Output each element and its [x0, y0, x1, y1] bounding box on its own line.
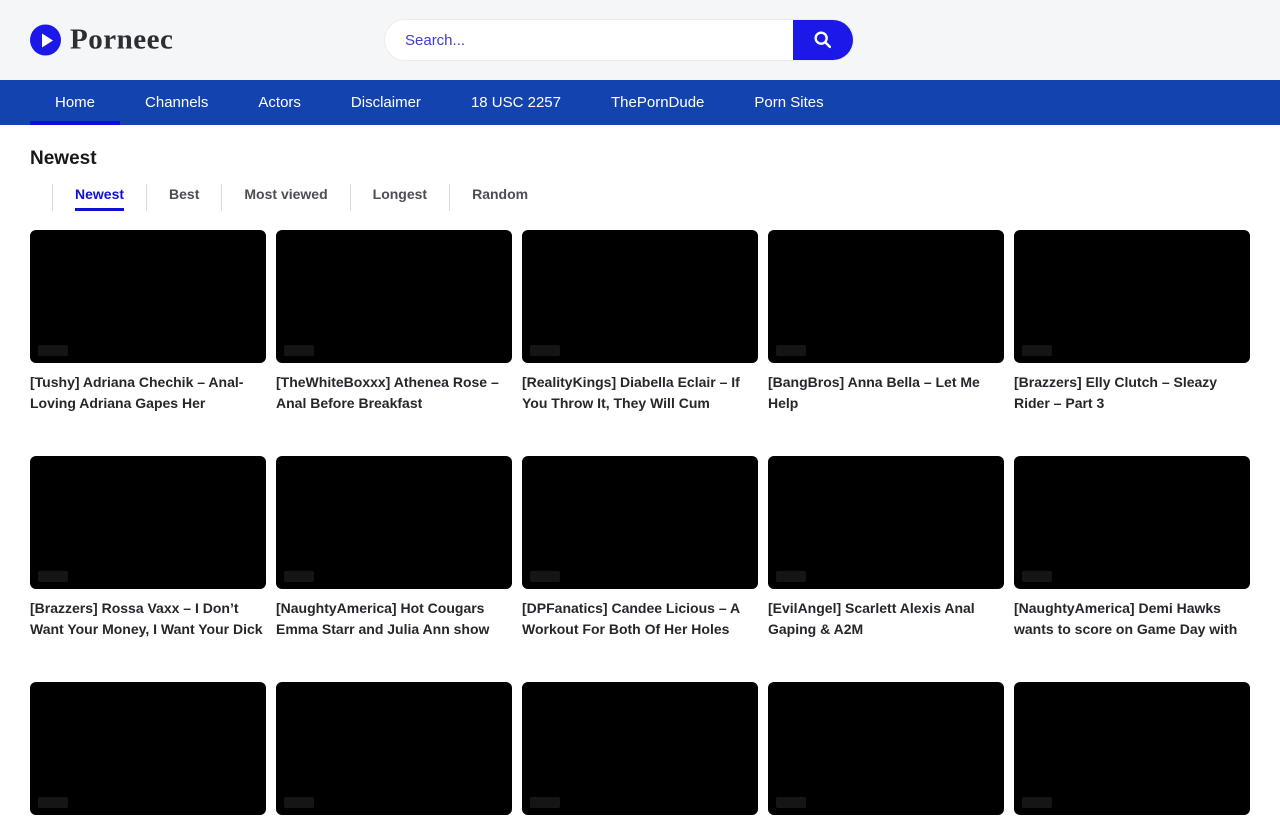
video-card[interactable]: [EvilAngel] Scarlett Alexis Anal Gaping …	[768, 456, 1004, 640]
video-thumbnail[interactable]	[276, 682, 512, 815]
nav-item-label: Porn Sites	[754, 94, 823, 111]
duration-badge	[284, 571, 314, 582]
duration-badge	[530, 345, 560, 356]
nav-item[interactable]: Home	[30, 80, 120, 125]
nav-item-label: 18 USC 2257	[471, 94, 561, 111]
video-card[interactable]	[768, 682, 1004, 824]
video-thumbnail[interactable]	[1014, 682, 1250, 815]
logo-text: Porneec	[70, 24, 173, 57]
duration-badge	[530, 571, 560, 582]
duration-badge	[776, 571, 806, 582]
video-title[interactable]: [Brazzers] Rossa Vaxx – I Don’t Want You…	[30, 598, 266, 640]
video-thumbnail[interactable]	[276, 230, 512, 363]
video-card[interactable]: [NaughtyAmerica] Demi Hawks wants to sco…	[1014, 456, 1250, 640]
video-thumbnail[interactable]	[522, 230, 758, 363]
nav-item[interactable]: Disclaimer	[326, 80, 446, 125]
site-logo[interactable]: Porneec	[30, 24, 173, 57]
video-card[interactable]: [TheWhiteBoxxx] Athenea Rose – Anal Befo…	[276, 230, 512, 414]
video-title[interactable]: [NaughtyAmerica] Demi Hawks wants to sco…	[1014, 598, 1250, 640]
nav-item[interactable]: ThePornDude	[586, 80, 729, 125]
video-title[interactable]: [Brazzers] Elly Clutch – Sleazy Rider – …	[1014, 372, 1250, 414]
duration-badge	[776, 345, 806, 356]
nav-item-label: ThePornDude	[611, 94, 704, 111]
duration-badge	[38, 571, 68, 582]
search-button[interactable]	[793, 20, 853, 60]
duration-badge	[530, 797, 560, 808]
video-thumbnail[interactable]	[1014, 230, 1250, 363]
video-title[interactable]: [RealityKings] Diabella Eclair – If You …	[522, 372, 758, 414]
video-card[interactable]: [BangBros] Anna Bella – Let Me Help	[768, 230, 1004, 414]
video-thumbnail[interactable]	[768, 456, 1004, 589]
video-card[interactable]	[30, 682, 266, 824]
sort-tab-label: Random	[472, 186, 528, 211]
sort-tab-label: Most viewed	[244, 186, 327, 211]
nav-item-label: Home	[55, 94, 95, 111]
video-card[interactable]: [DPFanatics] Candee Licious – A Workout …	[522, 456, 758, 640]
video-title[interactable]: [Tushy] Adriana Chechik – Anal-Loving Ad…	[30, 372, 266, 414]
video-thumbnail[interactable]	[30, 456, 266, 589]
video-thumbnail[interactable]	[276, 456, 512, 589]
video-card[interactable]: [NaughtyAmerica] Hot Cougars Emma Starr …	[276, 456, 512, 640]
duration-badge	[284, 797, 314, 808]
page-title: Newest	[30, 148, 1250, 170]
nav-item-label: Channels	[145, 94, 208, 111]
video-title[interactable]: [EvilAngel] Scarlett Alexis Anal Gaping …	[768, 598, 1004, 640]
duration-badge	[1022, 345, 1052, 356]
duration-badge	[284, 345, 314, 356]
nav-item[interactable]: Channels	[120, 80, 233, 125]
search-icon	[812, 29, 834, 51]
video-thumbnail[interactable]	[522, 456, 758, 589]
video-card[interactable]	[1014, 682, 1250, 824]
video-card[interactable]	[522, 682, 758, 824]
video-thumbnail[interactable]	[768, 230, 1004, 363]
site-header: Porneec	[0, 0, 1280, 80]
sort-tab[interactable]: Best	[124, 184, 199, 211]
search-input[interactable]	[385, 20, 793, 60]
nav-item-label: Actors	[258, 94, 301, 111]
nav-item-label: Disclaimer	[351, 94, 421, 111]
sort-tab[interactable]: Random	[427, 184, 528, 211]
video-title[interactable]: [TheWhiteBoxxx] Athenea Rose – Anal Befo…	[276, 372, 512, 414]
nav-item[interactable]: Porn Sites	[729, 80, 848, 125]
main-nav: Home Channels Actors Disclaimer 18 USC 2…	[0, 80, 1280, 125]
sort-tab[interactable]: Newest	[30, 184, 124, 211]
duration-badge	[38, 345, 68, 356]
video-grid: [Tushy] Adriana Chechik – Anal-Loving Ad…	[30, 230, 1250, 824]
video-card[interactable]: [Brazzers] Elly Clutch – Sleazy Rider – …	[1014, 230, 1250, 414]
duration-badge	[1022, 571, 1052, 582]
video-thumbnail[interactable]	[768, 682, 1004, 815]
video-thumbnail[interactable]	[1014, 456, 1250, 589]
nav-item[interactable]: 18 USC 2257	[446, 80, 586, 125]
sort-tabs: Newest Best Most viewed Longest Random	[30, 184, 1250, 211]
video-card[interactable]: [RealityKings] Diabella Eclair – If You …	[522, 230, 758, 414]
sort-tab-label: Newest	[75, 186, 124, 211]
play-icon	[30, 25, 61, 56]
video-thumbnail[interactable]	[30, 230, 266, 363]
duration-badge	[38, 797, 68, 808]
sort-tab-label: Best	[169, 186, 199, 211]
nav-item[interactable]: Actors	[233, 80, 326, 125]
video-card[interactable]	[276, 682, 512, 824]
video-title[interactable]: [NaughtyAmerica] Hot Cougars Emma Starr …	[276, 598, 512, 640]
video-title[interactable]: [DPFanatics] Candee Licious – A Workout …	[522, 598, 758, 640]
duration-badge	[1022, 797, 1052, 808]
video-card[interactable]: [Tushy] Adriana Chechik – Anal-Loving Ad…	[30, 230, 266, 414]
search-bar	[385, 20, 853, 60]
video-thumbnail[interactable]	[522, 682, 758, 815]
video-card[interactable]: [Brazzers] Rossa Vaxx – I Don’t Want You…	[30, 456, 266, 640]
sort-tab[interactable]: Most viewed	[199, 184, 327, 211]
sort-tab[interactable]: Longest	[328, 184, 427, 211]
video-thumbnail[interactable]	[30, 682, 266, 815]
sort-tab-label: Longest	[373, 186, 427, 211]
video-title[interactable]: [BangBros] Anna Bella – Let Me Help	[768, 372, 1004, 414]
main-content: Newest Newest Best Most viewed Longest R…	[0, 125, 1280, 824]
duration-badge	[776, 797, 806, 808]
